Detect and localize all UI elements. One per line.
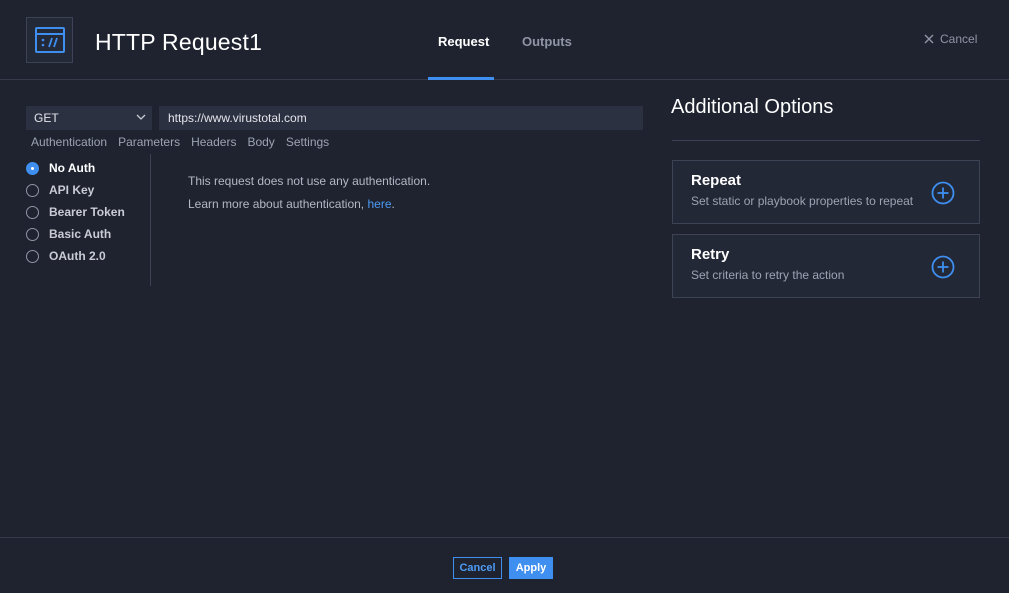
auth-option-label: Bearer Token (49, 205, 125, 219)
tab-outputs[interactable]: Outputs (522, 34, 572, 49)
additional-options-title: Additional Options (671, 96, 834, 118)
footer: Cancel Apply (0, 537, 1009, 593)
subtab-authentication[interactable]: Authentication (31, 135, 107, 149)
subtab-headers[interactable]: Headers (191, 135, 236, 149)
auth-divider (150, 154, 151, 286)
auth-option-oauth2[interactable]: OAuth 2.0 (26, 245, 125, 267)
close-icon (924, 34, 934, 44)
auth-option-no-auth[interactable]: No Auth (26, 157, 125, 179)
auth-option-label: API Key (49, 183, 95, 197)
method-select[interactable]: GET (26, 106, 152, 130)
repeat-title: Repeat (691, 172, 742, 189)
retry-card: Retry Set criteria to retry the action (672, 234, 980, 298)
repeat-subtitle: Set static or playbook properties to rep… (691, 194, 914, 208)
auth-description-text: This request does not use any authentica… (188, 174, 431, 188)
apply-button[interactable]: Apply (509, 557, 553, 579)
learn-more-text: Learn more about authentication, (188, 197, 368, 211)
retry-title: Retry (691, 246, 730, 263)
subtab-parameters[interactable]: Parameters (118, 135, 180, 149)
add-retry-icon[interactable] (931, 255, 955, 279)
learn-more: Learn more about authentication, here. (188, 193, 430, 216)
auth-option-bearer-token[interactable]: Bearer Token (26, 201, 125, 223)
tab-request[interactable]: Request (438, 34, 489, 49)
chevron-down-icon (136, 114, 146, 120)
auth-description: This request does not use any authentica… (188, 170, 430, 216)
cancel-button[interactable]: Cancel (453, 557, 502, 579)
auth-option-api-key[interactable]: API Key (26, 179, 125, 201)
page-title: HTTP Request1 (95, 29, 263, 55)
learn-more-suffix: . (391, 197, 395, 211)
cancel-link[interactable]: Cancel (924, 32, 977, 46)
repeat-card: Repeat Set static or playbook properties… (672, 160, 980, 224)
request-subtabs: Authentication Parameters Headers Body S… (31, 135, 329, 149)
method-value: GET (34, 111, 59, 125)
radio-icon[interactable] (26, 205, 39, 219)
auth-option-label: OAuth 2.0 (49, 249, 106, 263)
learn-more-link[interactable]: here (367, 197, 391, 211)
radio-icon[interactable] (26, 183, 39, 197)
subtab-body[interactable]: Body (247, 135, 274, 149)
http-request-icon (26, 17, 73, 63)
additional-options-divider (672, 140, 980, 141)
radio-icon[interactable] (26, 249, 39, 263)
radio-checked-icon[interactable] (26, 161, 39, 175)
auth-options: No Auth API Key Bearer Token Basic Auth … (26, 157, 125, 267)
url-input[interactable] (159, 106, 643, 130)
retry-subtitle: Set criteria to retry the action (691, 268, 845, 282)
auth-option-label: No Auth (49, 161, 96, 175)
radio-icon[interactable] (26, 227, 39, 241)
add-repeat-icon[interactable] (931, 181, 955, 205)
subtab-settings[interactable]: Settings (286, 135, 329, 149)
auth-option-label: Basic Auth (49, 227, 112, 241)
auth-option-basic-auth[interactable]: Basic Auth (26, 223, 125, 245)
cancel-label: Cancel (940, 32, 978, 46)
header: HTTP Request1 Request Outputs Cancel (0, 0, 1009, 80)
active-tab-indicator (428, 77, 494, 80)
